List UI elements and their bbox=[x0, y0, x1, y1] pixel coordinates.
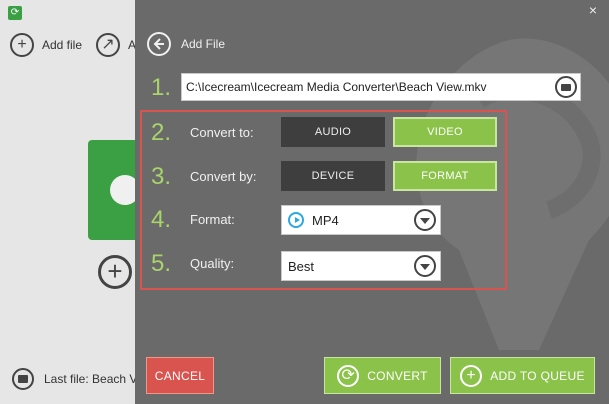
quality-select[interactable]: Best bbox=[281, 251, 441, 281]
chevron-down-icon[interactable] bbox=[414, 255, 436, 277]
plus-icon: + bbox=[10, 33, 34, 57]
close-button[interactable]: × bbox=[589, 2, 597, 18]
convert-by-device-button[interactable]: DEVICE bbox=[281, 161, 385, 191]
convert-by-label: Convert by: bbox=[190, 169, 257, 184]
format-value: MP4 bbox=[312, 212, 339, 228]
step-number-2: 2. bbox=[151, 119, 172, 146]
convert-to-video-button[interactable]: VIDEO bbox=[393, 117, 497, 147]
step-number-3: 3. bbox=[151, 163, 172, 190]
convert-by-format-button[interactable]: FORMAT bbox=[393, 161, 497, 191]
format-label: Format: bbox=[190, 212, 235, 227]
arrow-left-icon bbox=[153, 38, 164, 50]
dialog-title: Add File bbox=[181, 37, 226, 51]
refresh-icon: ⟳ bbox=[337, 364, 360, 387]
format-select[interactable]: MP4 bbox=[281, 205, 441, 235]
step-number-5: 5. bbox=[151, 250, 172, 277]
app-logo-icon: ⟳ bbox=[8, 6, 22, 20]
file-path-field[interactable]: C:\Icecream\Icecream Media Converter\Bea… bbox=[181, 73, 581, 101]
share-icon: ↗ bbox=[96, 33, 120, 57]
chevron-down-icon[interactable] bbox=[414, 209, 436, 231]
convert-label: CONVERT bbox=[367, 368, 428, 383]
bg-last-file[interactable]: Last file: Beach Vi bbox=[12, 368, 140, 390]
quality-value: Best bbox=[288, 258, 315, 274]
step-number-4: 4. bbox=[151, 206, 172, 233]
folder-icon bbox=[12, 368, 34, 390]
bg-add-file-label: Add file bbox=[42, 38, 83, 52]
dialog-header: Add File bbox=[147, 32, 225, 56]
add-file-dialog: × Add File 1. C:\Icecream\Icecream Media… bbox=[135, 0, 609, 404]
cancel-label: CANCEL bbox=[154, 368, 206, 383]
back-button[interactable] bbox=[147, 32, 171, 56]
play-icon bbox=[288, 212, 304, 228]
file-path-text: C:\Icecream\Icecream Media Converter\Bea… bbox=[186, 80, 487, 94]
bg-add-file-button[interactable]: + Add file bbox=[10, 33, 82, 57]
bg-add-big-icon[interactable]: + bbox=[98, 255, 132, 289]
convert-button[interactable]: ⟳ CONVERT bbox=[324, 357, 441, 394]
convert-to-audio-button[interactable]: AUDIO bbox=[281, 117, 385, 147]
app-center-logo-icon bbox=[88, 140, 140, 240]
add-to-queue-label: ADD TO QUEUE bbox=[490, 368, 585, 383]
browse-folder-icon[interactable] bbox=[555, 76, 577, 98]
bg-last-file-label: Last file: Beach Vi bbox=[44, 372, 140, 386]
cancel-button[interactable]: CANCEL bbox=[146, 357, 214, 394]
plus-icon: + bbox=[460, 364, 483, 387]
bg-share-button[interactable]: ↗ A bbox=[96, 33, 136, 57]
quality-label: Quality: bbox=[190, 256, 235, 271]
add-to-queue-button[interactable]: + ADD TO QUEUE bbox=[450, 357, 595, 394]
convert-to-label: Convert to: bbox=[190, 125, 254, 140]
step-number-1: 1. bbox=[151, 74, 172, 101]
